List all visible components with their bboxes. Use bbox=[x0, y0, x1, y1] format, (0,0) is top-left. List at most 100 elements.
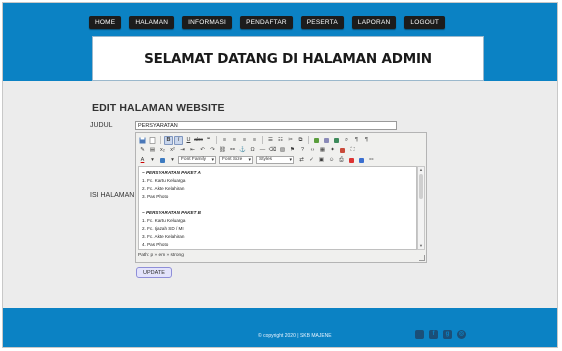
toolbar-separator bbox=[216, 136, 217, 144]
underline-icon[interactable]: U bbox=[184, 136, 193, 145]
horizontal-rule-icon[interactable]: — bbox=[258, 146, 267, 155]
content-line: 2. Fc. Akte Kelahiran bbox=[142, 186, 185, 191]
welcome-heading: SELAMAT DATANG DI HALAMAN ADMIN bbox=[144, 50, 432, 67]
content-line: 4. Pas Photo bbox=[142, 242, 169, 247]
twitter-icon[interactable] bbox=[415, 330, 424, 339]
align-justify-icon[interactable]: ≡ bbox=[250, 136, 259, 145]
judul-input[interactable] bbox=[135, 121, 397, 130]
html-code-icon[interactable]: ‹› bbox=[308, 146, 317, 155]
remove-format-icon[interactable]: ⌫ bbox=[268, 146, 277, 155]
align-center-icon[interactable]: ≡ bbox=[230, 136, 239, 145]
rtl-icon[interactable]: ¶ bbox=[362, 136, 371, 145]
editor-toolbar-row-2: ✎ ▤ x₂ x² ⇥ ⇤ ↶ ↷ ⛓ ⚯ ⚓ Ω — ⌫ ▧ ⚑ ? ‹› ▦… bbox=[138, 145, 357, 155]
welcome-banner: SELAMAT DATANG DI HALAMAN ADMIN bbox=[92, 36, 484, 81]
resize-grip-icon[interactable] bbox=[419, 255, 425, 261]
bold-icon[interactable]: B bbox=[164, 135, 173, 145]
new-document-icon[interactable] bbox=[148, 136, 157, 145]
media-icon[interactable] bbox=[338, 146, 347, 155]
content-line: 3. Fc. Akte Kelahiran bbox=[142, 234, 185, 239]
redo-icon[interactable]: ↷ bbox=[208, 146, 217, 155]
toolbar-separator bbox=[308, 136, 309, 144]
content-line: 3. Pas Photo bbox=[142, 194, 169, 199]
google-plus-icon[interactable]: g bbox=[443, 330, 452, 339]
superscript-icon[interactable]: x² bbox=[168, 146, 177, 155]
nav-halaman[interactable]: HALAMAN bbox=[129, 16, 175, 29]
scrollbar-thumb[interactable] bbox=[419, 174, 423, 199]
scroll-down-icon[interactable]: ▼ bbox=[418, 243, 424, 249]
nav-informasi[interactable]: INFORMASI bbox=[182, 16, 233, 29]
youtube-icon[interactable] bbox=[347, 156, 356, 165]
align-left-icon[interactable]: ≡ bbox=[220, 136, 229, 145]
nav-peserta[interactable]: PESERTA bbox=[300, 16, 344, 29]
background-color-icon[interactable] bbox=[158, 156, 167, 165]
editor-status-path: Path: p » em » strong bbox=[138, 253, 184, 258]
nav-home[interactable]: HOME bbox=[89, 16, 122, 29]
blockquote-icon[interactable]: ❝ bbox=[204, 136, 213, 145]
nav-logout[interactable]: LOGOUT bbox=[404, 16, 446, 29]
styles-select[interactable]: Styles bbox=[256, 156, 294, 164]
update-button[interactable]: UPDATE bbox=[136, 267, 172, 278]
visual-aid-icon[interactable]: ▦ bbox=[318, 146, 327, 155]
header: HOME HALAMAN INFORMASI PENDAFTAR PESERTA… bbox=[3, 3, 557, 81]
paste-text-icon[interactable] bbox=[312, 136, 321, 145]
insert-layer-icon[interactable]: ▤ bbox=[148, 146, 157, 155]
instagram-icon[interactable]: ◎ bbox=[457, 330, 466, 339]
content-line: 1. Fc. Kartu Keluarga bbox=[142, 218, 186, 223]
table-icon[interactable] bbox=[332, 136, 341, 145]
bgcolor-dropdown-icon[interactable]: ▾ bbox=[168, 156, 177, 165]
anchor-icon[interactable]: ⚓ bbox=[238, 146, 247, 155]
spellcheck-icon[interactable]: ✓ bbox=[307, 156, 316, 165]
help-icon[interactable]: ? bbox=[298, 146, 307, 155]
content-line: 2. Fc. Ijazah SD / MI bbox=[142, 226, 184, 231]
ltr-icon[interactable]: ¶ bbox=[352, 136, 361, 145]
preview-icon[interactable] bbox=[357, 156, 366, 165]
content-blank-line bbox=[142, 201, 413, 209]
numbered-list-icon[interactable]: ☷ bbox=[276, 136, 285, 145]
isi-halaman-label: ISI HALAMAN bbox=[90, 192, 135, 199]
cleanup-icon[interactable]: ⚑ bbox=[288, 146, 297, 155]
strikethrough-icon[interactable]: abc bbox=[194, 136, 203, 145]
indent-icon[interactable]: ⇥ bbox=[178, 146, 187, 155]
bullet-list-icon[interactable]: ☰ bbox=[266, 136, 275, 145]
paste-word-icon[interactable] bbox=[322, 136, 331, 145]
emoticon-icon[interactable]: ☺ bbox=[327, 156, 336, 165]
pencil-icon[interactable]: ✏ bbox=[367, 156, 376, 165]
facebook-icon[interactable]: f bbox=[429, 330, 438, 339]
print-icon[interactable]: ⎙ bbox=[337, 156, 346, 165]
content-heading: ~ PERSYARATAN PAKET B bbox=[142, 210, 201, 215]
scroll-up-icon[interactable]: ▲ bbox=[418, 167, 424, 173]
italic-icon[interactable]: I bbox=[174, 135, 183, 145]
cut-icon[interactable]: ✂ bbox=[286, 136, 295, 145]
image-icon[interactable]: ▧ bbox=[278, 146, 287, 155]
toolbar-separator bbox=[160, 136, 161, 144]
content-line: 1. Fc. Kartu Keluarga bbox=[142, 178, 186, 183]
copy-icon[interactable]: ⧉ bbox=[296, 136, 305, 145]
subscript-icon[interactable]: x₂ bbox=[158, 146, 167, 155]
editor-content-area[interactable]: ~ PERSYARATAN PAKET A 1. Fc. Kartu Kelua… bbox=[138, 166, 417, 250]
edit-icon[interactable]: ✎ bbox=[138, 146, 147, 155]
link-icon[interactable]: ⛓ bbox=[218, 146, 227, 155]
save-icon[interactable] bbox=[138, 136, 147, 145]
footer: © copyright 2020 | SKB MAJENE f g ◎ bbox=[3, 308, 557, 347]
omega-icon[interactable]: Ω bbox=[248, 146, 257, 155]
page-frame: HOME HALAMAN INFORMASI PENDAFTAR PESERTA… bbox=[2, 2, 558, 348]
judul-label: JUDUL bbox=[90, 122, 113, 129]
text-color-icon[interactable]: A bbox=[138, 156, 147, 165]
editor-toolbar-row-1: B I U abc ❝ ≡ ≡ ≡ ≡ ☰ ☷ ✂ ⧉ ⌕ ¶ ¶ bbox=[138, 135, 371, 145]
outdent-icon[interactable]: ⇤ bbox=[188, 146, 197, 155]
toolbar-separator bbox=[262, 136, 263, 144]
font-size-select[interactable]: Font Size bbox=[219, 156, 253, 164]
charmap-icon[interactable]: ✦ bbox=[328, 146, 337, 155]
template-icon[interactable]: ▣ bbox=[317, 156, 326, 165]
replace-icon[interactable]: ⇄ bbox=[297, 156, 306, 165]
nav-laporan[interactable]: LAPORAN bbox=[351, 16, 397, 29]
fullscreen-icon[interactable]: ⛶ bbox=[348, 146, 357, 155]
unlink-icon[interactable]: ⚯ bbox=[228, 146, 237, 155]
nav-pendaftar[interactable]: PENDAFTAR bbox=[240, 16, 293, 29]
align-right-icon[interactable]: ≡ bbox=[240, 136, 249, 145]
find-icon[interactable]: ⌕ bbox=[342, 136, 351, 145]
editor-scrollbar[interactable]: ▲ ▼ bbox=[417, 166, 425, 250]
color-dropdown-icon[interactable]: ▾ bbox=[148, 156, 157, 165]
font-family-select[interactable]: Font Family bbox=[178, 156, 216, 164]
undo-icon[interactable]: ↶ bbox=[198, 146, 207, 155]
